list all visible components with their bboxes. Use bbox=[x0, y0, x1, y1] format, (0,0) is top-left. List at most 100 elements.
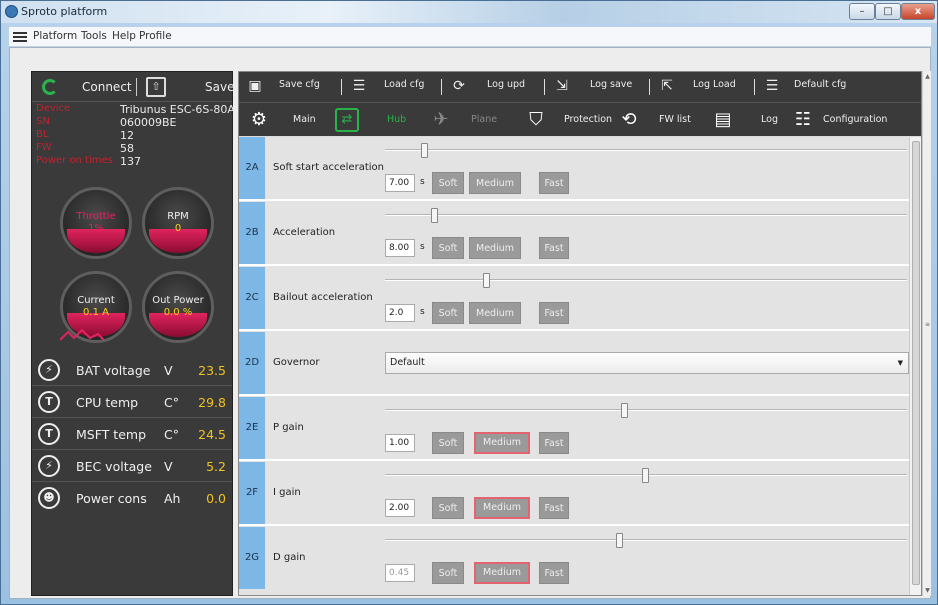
soft-preset-button[interactable]: Soft bbox=[432, 562, 464, 584]
app-icon bbox=[5, 5, 18, 18]
medium-preset-button[interactable]: Medium bbox=[474, 497, 530, 519]
param-slider[interactable] bbox=[385, 533, 907, 548]
param-id: 2E bbox=[239, 397, 265, 459]
param-value-input[interactable]: 2.00 bbox=[385, 499, 415, 517]
tab-label: Hub bbox=[387, 114, 407, 125]
soft-preset-button[interactable]: Soft bbox=[432, 172, 464, 194]
tab-main[interactable]: ⚙ Main bbox=[247, 105, 327, 135]
medium-preset-button[interactable]: Medium bbox=[469, 302, 521, 324]
param-value-input[interactable]: 2.0 bbox=[385, 304, 415, 322]
window-title: Sproto platform bbox=[21, 5, 108, 18]
params-scrollbar[interactable] bbox=[909, 137, 921, 595]
close-button[interactable]: x bbox=[901, 3, 935, 20]
param-value-input[interactable]: 1.00 bbox=[385, 434, 415, 452]
log-load-button[interactable]: Log Load bbox=[693, 79, 736, 90]
tab-protection[interactable]: ⛉ Protection bbox=[524, 105, 614, 135]
scroll-grip-icon[interactable]: ≡ bbox=[924, 321, 931, 328]
param-slider[interactable] bbox=[385, 143, 907, 158]
param-name: Bailout acceleration bbox=[273, 292, 373, 303]
info-key: FW bbox=[36, 142, 52, 153]
menu-platform[interactable]: Platform bbox=[33, 30, 77, 42]
medium-preset-button[interactable]: Medium bbox=[474, 562, 530, 584]
scroll-down-icon[interactable]: ▼ bbox=[924, 587, 931, 594]
soft-preset-button[interactable]: Soft bbox=[432, 302, 464, 324]
connect-icon[interactable] bbox=[42, 79, 58, 95]
device-info: Device Tribunus ESC-6S-80A SN 060009BE BL 1… bbox=[34, 103, 235, 181]
scrollbar-thumb[interactable] bbox=[912, 141, 920, 585]
param-row-soft-start-acceleration: 2A Soft start acceleration 7.00 s Soft M… bbox=[239, 137, 909, 201]
separator bbox=[544, 79, 545, 95]
scroll-up-icon[interactable]: ▲ bbox=[924, 73, 931, 80]
param-row-i-gain: 2F I gain 2.00 Soft Medium Fast bbox=[239, 462, 909, 526]
default-cfg-icon[interactable]: ☰ bbox=[764, 77, 780, 95]
load-cfg-button[interactable]: Load cfg bbox=[384, 79, 424, 90]
slider-handle[interactable] bbox=[421, 143, 428, 158]
param-id: 2D bbox=[239, 332, 265, 394]
soft-preset-button[interactable]: Soft bbox=[432, 432, 464, 454]
slider-handle[interactable] bbox=[616, 533, 623, 548]
connect-button[interactable]: Connect bbox=[82, 80, 132, 94]
info-key: Power on times bbox=[36, 155, 113, 166]
tab-log[interactable]: ▤ Log bbox=[711, 105, 781, 135]
tab-fw-list[interactable]: ⟲ FW list bbox=[617, 105, 697, 135]
tab-hub[interactable]: ⇄ Hub bbox=[335, 105, 415, 135]
hamburger-menu-icon[interactable] bbox=[13, 30, 27, 43]
fast-preset-button[interactable]: Fast bbox=[539, 237, 569, 259]
soft-preset-button[interactable]: Soft bbox=[432, 237, 464, 259]
param-name: Soft start acceleration bbox=[273, 162, 384, 173]
param-slider[interactable] bbox=[385, 403, 907, 418]
fast-preset-button[interactable]: Fast bbox=[539, 172, 569, 194]
save-cfg-icon[interactable]: ▣ bbox=[247, 77, 263, 95]
telemetry-list: ⚡ BAT voltage V 23.5 T CPU temp C° 29.8 T MSFT … bbox=[32, 355, 232, 595]
fast-preset-button[interactable]: Fast bbox=[539, 302, 569, 324]
param-slider[interactable] bbox=[385, 468, 907, 483]
governor-select[interactable]: Default ▼ bbox=[385, 352, 909, 374]
cpu-temp-icon: T bbox=[38, 391, 60, 413]
menu-help[interactable]: Help bbox=[112, 30, 136, 42]
medium-preset-button[interactable]: Medium bbox=[469, 237, 521, 259]
title-bar: Sproto platform – □ x bbox=[1, 1, 937, 23]
info-key: Device bbox=[36, 103, 71, 114]
maximize-button[interactable]: □ bbox=[875, 3, 901, 20]
save-button[interactable]: Save bbox=[205, 80, 234, 94]
param-value-input[interactable]: 7.00 bbox=[385, 174, 415, 192]
default-cfg-button[interactable]: Default cfg bbox=[794, 79, 846, 90]
param-slider[interactable] bbox=[385, 208, 907, 223]
firmware-icon: ⟲ bbox=[621, 109, 637, 130]
param-row-acceleration: 2B Acceleration 8.00 s Soft Medium Fast bbox=[239, 202, 909, 266]
upload-icon[interactable]: ⇧ bbox=[146, 77, 166, 97]
param-slider[interactable] bbox=[385, 273, 907, 288]
log-save-button[interactable]: Log save bbox=[590, 79, 632, 90]
fast-preset-button[interactable]: Fast bbox=[539, 432, 569, 454]
refresh-icon[interactable]: ⟳ bbox=[451, 77, 467, 95]
minimize-button[interactable]: – bbox=[849, 3, 875, 20]
slider-handle[interactable] bbox=[642, 468, 649, 483]
tab-configuration[interactable]: ☷ Configuration bbox=[791, 105, 916, 135]
medium-preset-button[interactable]: Medium bbox=[469, 172, 521, 194]
menu-bar: Platform Tools Help Profile bbox=[9, 27, 931, 47]
separator bbox=[754, 79, 755, 95]
info-row-bl: BL 12 bbox=[34, 129, 232, 142]
fast-preset-button[interactable]: Fast bbox=[539, 497, 569, 519]
param-value-input[interactable]: 8.00 bbox=[385, 239, 415, 257]
param-id: 2B bbox=[239, 202, 265, 264]
log-save-icon[interactable]: ⇲ bbox=[554, 77, 570, 95]
log-upd-button[interactable]: Log upd bbox=[487, 79, 525, 90]
menu-profile[interactable]: Profile bbox=[139, 30, 172, 42]
slider-handle[interactable] bbox=[621, 403, 628, 418]
tab-plane[interactable]: ✈ Plane bbox=[429, 105, 509, 135]
slider-handle[interactable] bbox=[483, 273, 490, 288]
load-cfg-icon[interactable]: ☰ bbox=[351, 77, 367, 95]
soft-preset-button[interactable]: Soft bbox=[432, 497, 464, 519]
config-panel: ▣ Save cfg ☰ Load cfg ⟳ Log upd ⇲ Log sa… bbox=[238, 71, 922, 596]
log-load-icon[interactable]: ⇱ bbox=[659, 77, 675, 95]
medium-preset-button[interactable]: Medium bbox=[474, 432, 530, 454]
current-graph bbox=[60, 328, 104, 341]
save-cfg-button[interactable]: Save cfg bbox=[279, 79, 320, 90]
window-scrollbar[interactable]: ▲ ≡ ▼ bbox=[922, 71, 931, 596]
slider-handle[interactable] bbox=[431, 208, 438, 223]
param-value-input[interactable]: 0.45 bbox=[385, 564, 415, 582]
menu-tools[interactable]: Tools bbox=[81, 30, 107, 42]
fast-preset-button[interactable]: Fast bbox=[539, 562, 569, 584]
dropdown-arrow-icon: ▼ bbox=[897, 359, 903, 367]
